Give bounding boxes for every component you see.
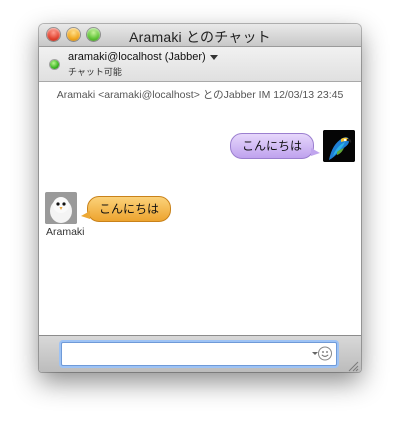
message-incoming: こんにちは Aramaki (45, 192, 185, 242)
session-info: Aramaki <aramaki@localhost> とのJabber IM … (56, 89, 344, 101)
window-title: Aramaki とのチャット (129, 29, 271, 45)
resize-grip-icon[interactable] (348, 359, 359, 372)
message-outgoing: こんにちは (225, 130, 355, 162)
status-indicator-icon (50, 60, 59, 69)
chat-transcript[interactable]: Aramaki <aramaki@localhost> とのJabber IM … (39, 82, 361, 335)
account-header: aramaki@localhost (Jabber) チャット可能 (39, 47, 361, 82)
title-bar[interactable]: Aramaki とのチャット (39, 24, 361, 47)
chevron-down-icon (209, 54, 218, 60)
bird-avatar (45, 192, 77, 224)
parrot-avatar (323, 130, 355, 162)
smiley-icon[interactable] (311, 345, 333, 362)
chat-window: Aramaki とのチャット aramaki@localhost (Jabber… (39, 24, 361, 372)
message-bubble-outgoing: こんにちは (229, 133, 321, 159)
account-name-label: aramaki@localhost (Jabber) (68, 51, 206, 63)
message-input[interactable] (66, 345, 310, 364)
account-selector[interactable]: aramaki@localhost (Jabber) (68, 51, 218, 63)
message-bubble-incoming: こんにちは (80, 196, 172, 222)
message-input-box[interactable] (61, 342, 337, 366)
sender-name: Aramaki (46, 226, 85, 238)
input-bar (39, 335, 361, 372)
account-status-label: チャット可能 (68, 67, 122, 77)
